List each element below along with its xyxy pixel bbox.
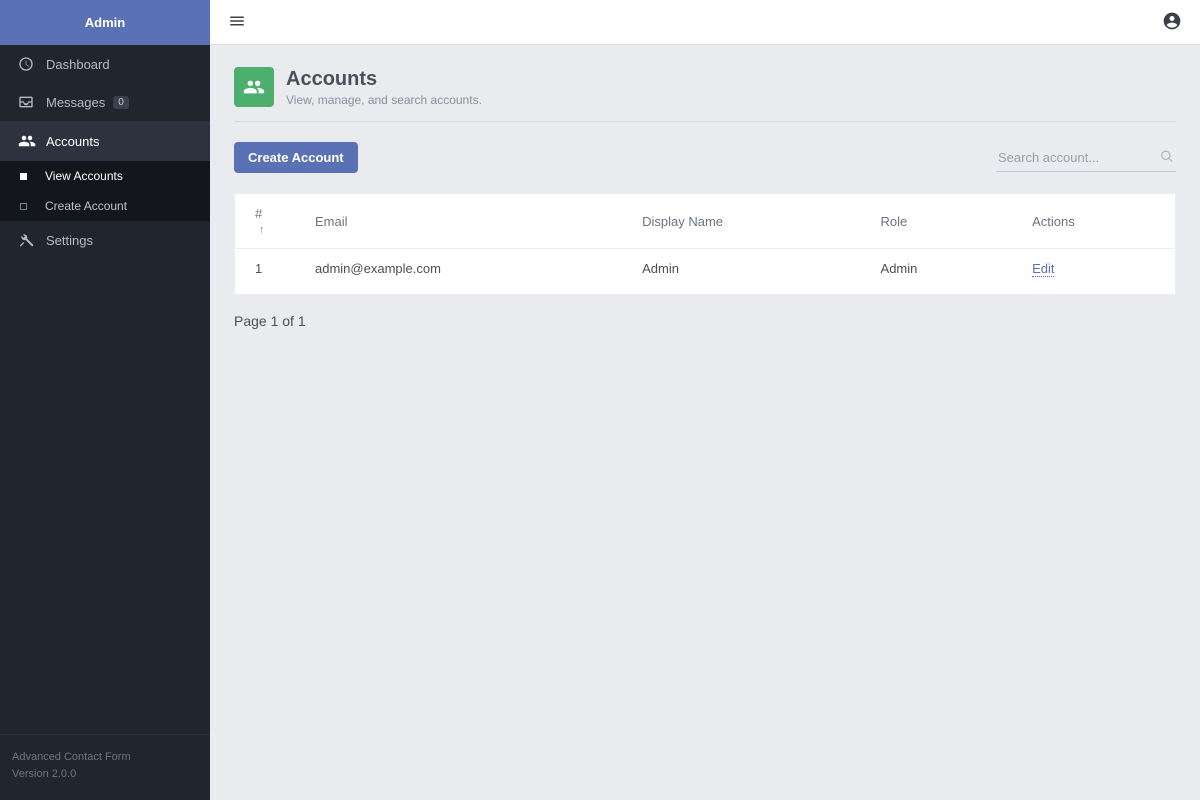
bullet-icon	[20, 203, 27, 210]
pagination-text: Page 1 of 1	[234, 313, 1176, 329]
sidebar-item-accounts[interactable]: Accounts	[0, 121, 210, 161]
accounts-table-card: # ↑ Email Display Name Role Actions	[234, 193, 1176, 295]
toolbar: Create Account	[234, 142, 1176, 173]
subnav-label: Create Account	[45, 199, 127, 213]
col-label: Role	[881, 214, 908, 229]
sidebar-item-label: Dashboard	[46, 57, 110, 72]
hamburger-icon	[228, 12, 246, 30]
brand[interactable]: Admin	[0, 0, 210, 45]
page-title: Accounts	[286, 68, 482, 91]
topbar	[210, 0, 1200, 45]
cell-display-name: Admin	[622, 249, 860, 295]
brand-label: Admin	[85, 15, 125, 30]
col-header-actions: Actions	[1012, 194, 1175, 249]
messages-badge: 0	[113, 96, 129, 109]
inbox-icon	[18, 94, 46, 110]
user-menu-button[interactable]	[1162, 11, 1182, 34]
page-header-icon	[234, 67, 274, 107]
footer-line-1: Advanced Contact Form	[12, 749, 198, 766]
footer-line-2: Version 2.0.0	[12, 766, 198, 783]
create-account-button[interactable]: Create Account	[234, 142, 358, 173]
col-label: Email	[315, 214, 348, 229]
col-label: #	[255, 206, 262, 221]
accounts-subnav: View Accounts Create Account	[0, 161, 210, 221]
edit-link[interactable]: Edit	[1032, 261, 1054, 277]
col-header-role[interactable]: Role	[861, 194, 1013, 249]
page-header: Accounts View, manage, and search accoun…	[234, 67, 1176, 122]
users-icon	[18, 132, 46, 150]
table-row: 1 admin@example.com Admin Admin Edit	[235, 249, 1175, 295]
sidebar-item-label: Messages	[46, 95, 105, 110]
user-circle-icon	[1162, 11, 1182, 31]
accounts-table: # ↑ Email Display Name Role Actions	[235, 194, 1175, 294]
subnav-view-accounts[interactable]: View Accounts	[0, 161, 210, 191]
sidebar-item-settings[interactable]: Settings	[0, 221, 210, 259]
col-header-num[interactable]: # ↑	[235, 194, 295, 249]
cell-role: Admin	[861, 249, 1013, 295]
sidebar-footer: Advanced Contact Form Version 2.0.0	[0, 734, 210, 800]
bullet-icon	[20, 173, 27, 180]
search-wrap	[996, 144, 1176, 172]
sort-asc-icon: ↑	[259, 224, 265, 236]
cell-num: 1	[235, 249, 295, 295]
sidebar-item-label: Accounts	[46, 134, 99, 149]
col-header-email[interactable]: Email	[295, 194, 622, 249]
users-icon	[243, 76, 265, 98]
cell-actions: Edit	[1012, 249, 1175, 295]
menu-toggle-button[interactable]	[228, 12, 246, 33]
sidebar-item-label: Settings	[46, 233, 93, 248]
search-input[interactable]	[996, 144, 1176, 172]
search-icon	[1160, 149, 1174, 166]
tools-icon	[18, 232, 46, 248]
col-header-display-name[interactable]: Display Name	[622, 194, 860, 249]
col-label: Actions	[1032, 214, 1075, 229]
main-content: Accounts View, manage, and search accoun…	[210, 45, 1200, 800]
cell-email: admin@example.com	[295, 249, 622, 295]
page-subtitle: View, manage, and search accounts.	[286, 93, 482, 107]
sidebar-nav: Dashboard Messages 0 Accounts View Accou…	[0, 45, 210, 734]
sidebar: Admin Dashboard Messages 0 Accounts View…	[0, 0, 210, 800]
col-label: Display Name	[642, 214, 723, 229]
dashboard-icon	[18, 56, 46, 72]
sidebar-item-messages[interactable]: Messages 0	[0, 83, 210, 121]
subnav-label: View Accounts	[45, 169, 123, 183]
sidebar-item-dashboard[interactable]: Dashboard	[0, 45, 210, 83]
subnav-create-account[interactable]: Create Account	[0, 191, 210, 221]
